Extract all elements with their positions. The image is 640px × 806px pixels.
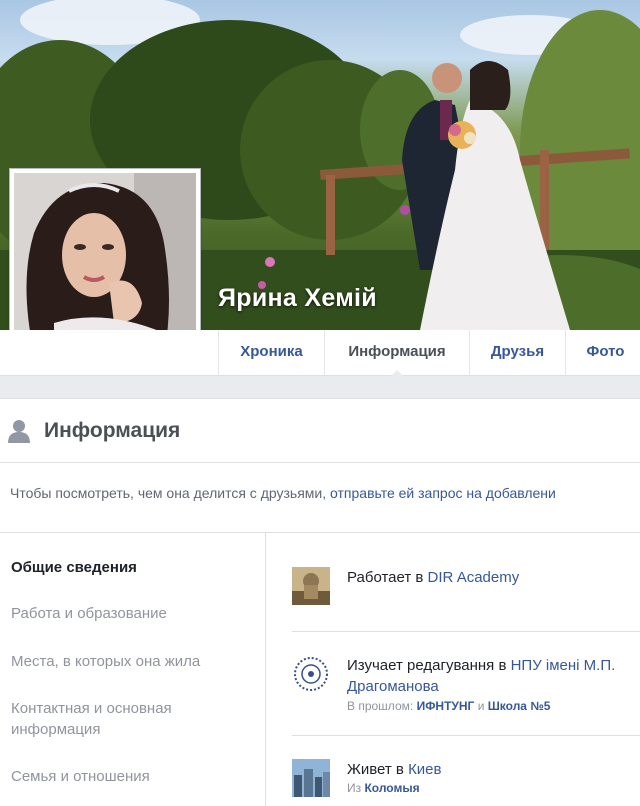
profile-name[interactable]: Ярина Хемій [218, 284, 377, 313]
education-text: Изучает редагування в НПУ імені М.П. Дра… [347, 655, 640, 697]
about-title: Информация [44, 419, 181, 442]
friend-request-notice: Чтобы посмотреть, чем она делится с друз… [10, 485, 556, 501]
work-prefix: Работает в [347, 569, 424, 586]
sidebar-item-places-lived[interactable]: Места, в которых она жила [11, 651, 251, 672]
hometown: Из Коломыя [347, 781, 420, 795]
university-seal-icon[interactable] [292, 655, 330, 693]
tab-photos[interactable]: Фото [565, 330, 640, 376]
past-label: В прошлом: [347, 699, 414, 713]
hometown-label: Из [347, 781, 362, 795]
column-divider [265, 533, 266, 806]
divider [0, 532, 640, 533]
sidebar-item-family-relationships[interactable]: Семья и отношения [11, 766, 251, 787]
past-education: В прошлом: ИФНТУНГ и Школа №5 [347, 699, 550, 713]
past-school-link-1[interactable]: ИФНТУНГ [417, 699, 475, 713]
work-photo-icon[interactable] [292, 567, 330, 605]
city-photo-icon[interactable] [292, 759, 330, 797]
about-panel: Информация Чтобы посмотреть, чем она дел… [0, 398, 640, 806]
divider [292, 631, 640, 632]
residence-prefix: Живет в [347, 761, 404, 778]
send-friend-request-link[interactable]: отправьте ей запрос на добавлени [330, 485, 556, 501]
notice-text: Чтобы посмотреть, чем она делится с друз… [10, 485, 327, 501]
hometown-link[interactable]: Коломыя [364, 781, 419, 795]
about-header: Информация [0, 399, 640, 463]
sidebar-item-work-education[interactable]: Работа и образование [11, 603, 251, 624]
avatar [14, 173, 196, 353]
education-prefix: Изучает редагування в [347, 657, 507, 674]
work-entry: Работает в DIR Academy [292, 567, 640, 617]
residence-text: Живет в Киев [347, 759, 640, 780]
education-entry: Изучает редагування в НПУ імені М.П. Дра… [292, 655, 640, 715]
divider [292, 735, 640, 736]
sidebar-item-overview[interactable]: Общие сведения [11, 557, 251, 578]
city-link[interactable]: Киев [408, 761, 441, 778]
tab-friends[interactable]: Друзья [469, 330, 565, 376]
past-and: и [477, 699, 485, 713]
tab-about[interactable]: Информация [324, 330, 469, 377]
past-school-link-2[interactable]: Школа №5 [488, 699, 551, 713]
profile-nav: Хроника Информация Друзья Фото [0, 330, 640, 377]
residence-entry: Живет в Киев Из Коломыя [292, 759, 640, 803]
work-link[interactable]: DIR Academy [428, 569, 520, 586]
person-icon [8, 420, 30, 443]
tab-timeline[interactable]: Хроника [218, 330, 324, 376]
sidebar-item-contact-info[interactable]: Контактная и основная информация [11, 698, 251, 740]
work-text: Работает в DIR Academy [347, 567, 640, 588]
